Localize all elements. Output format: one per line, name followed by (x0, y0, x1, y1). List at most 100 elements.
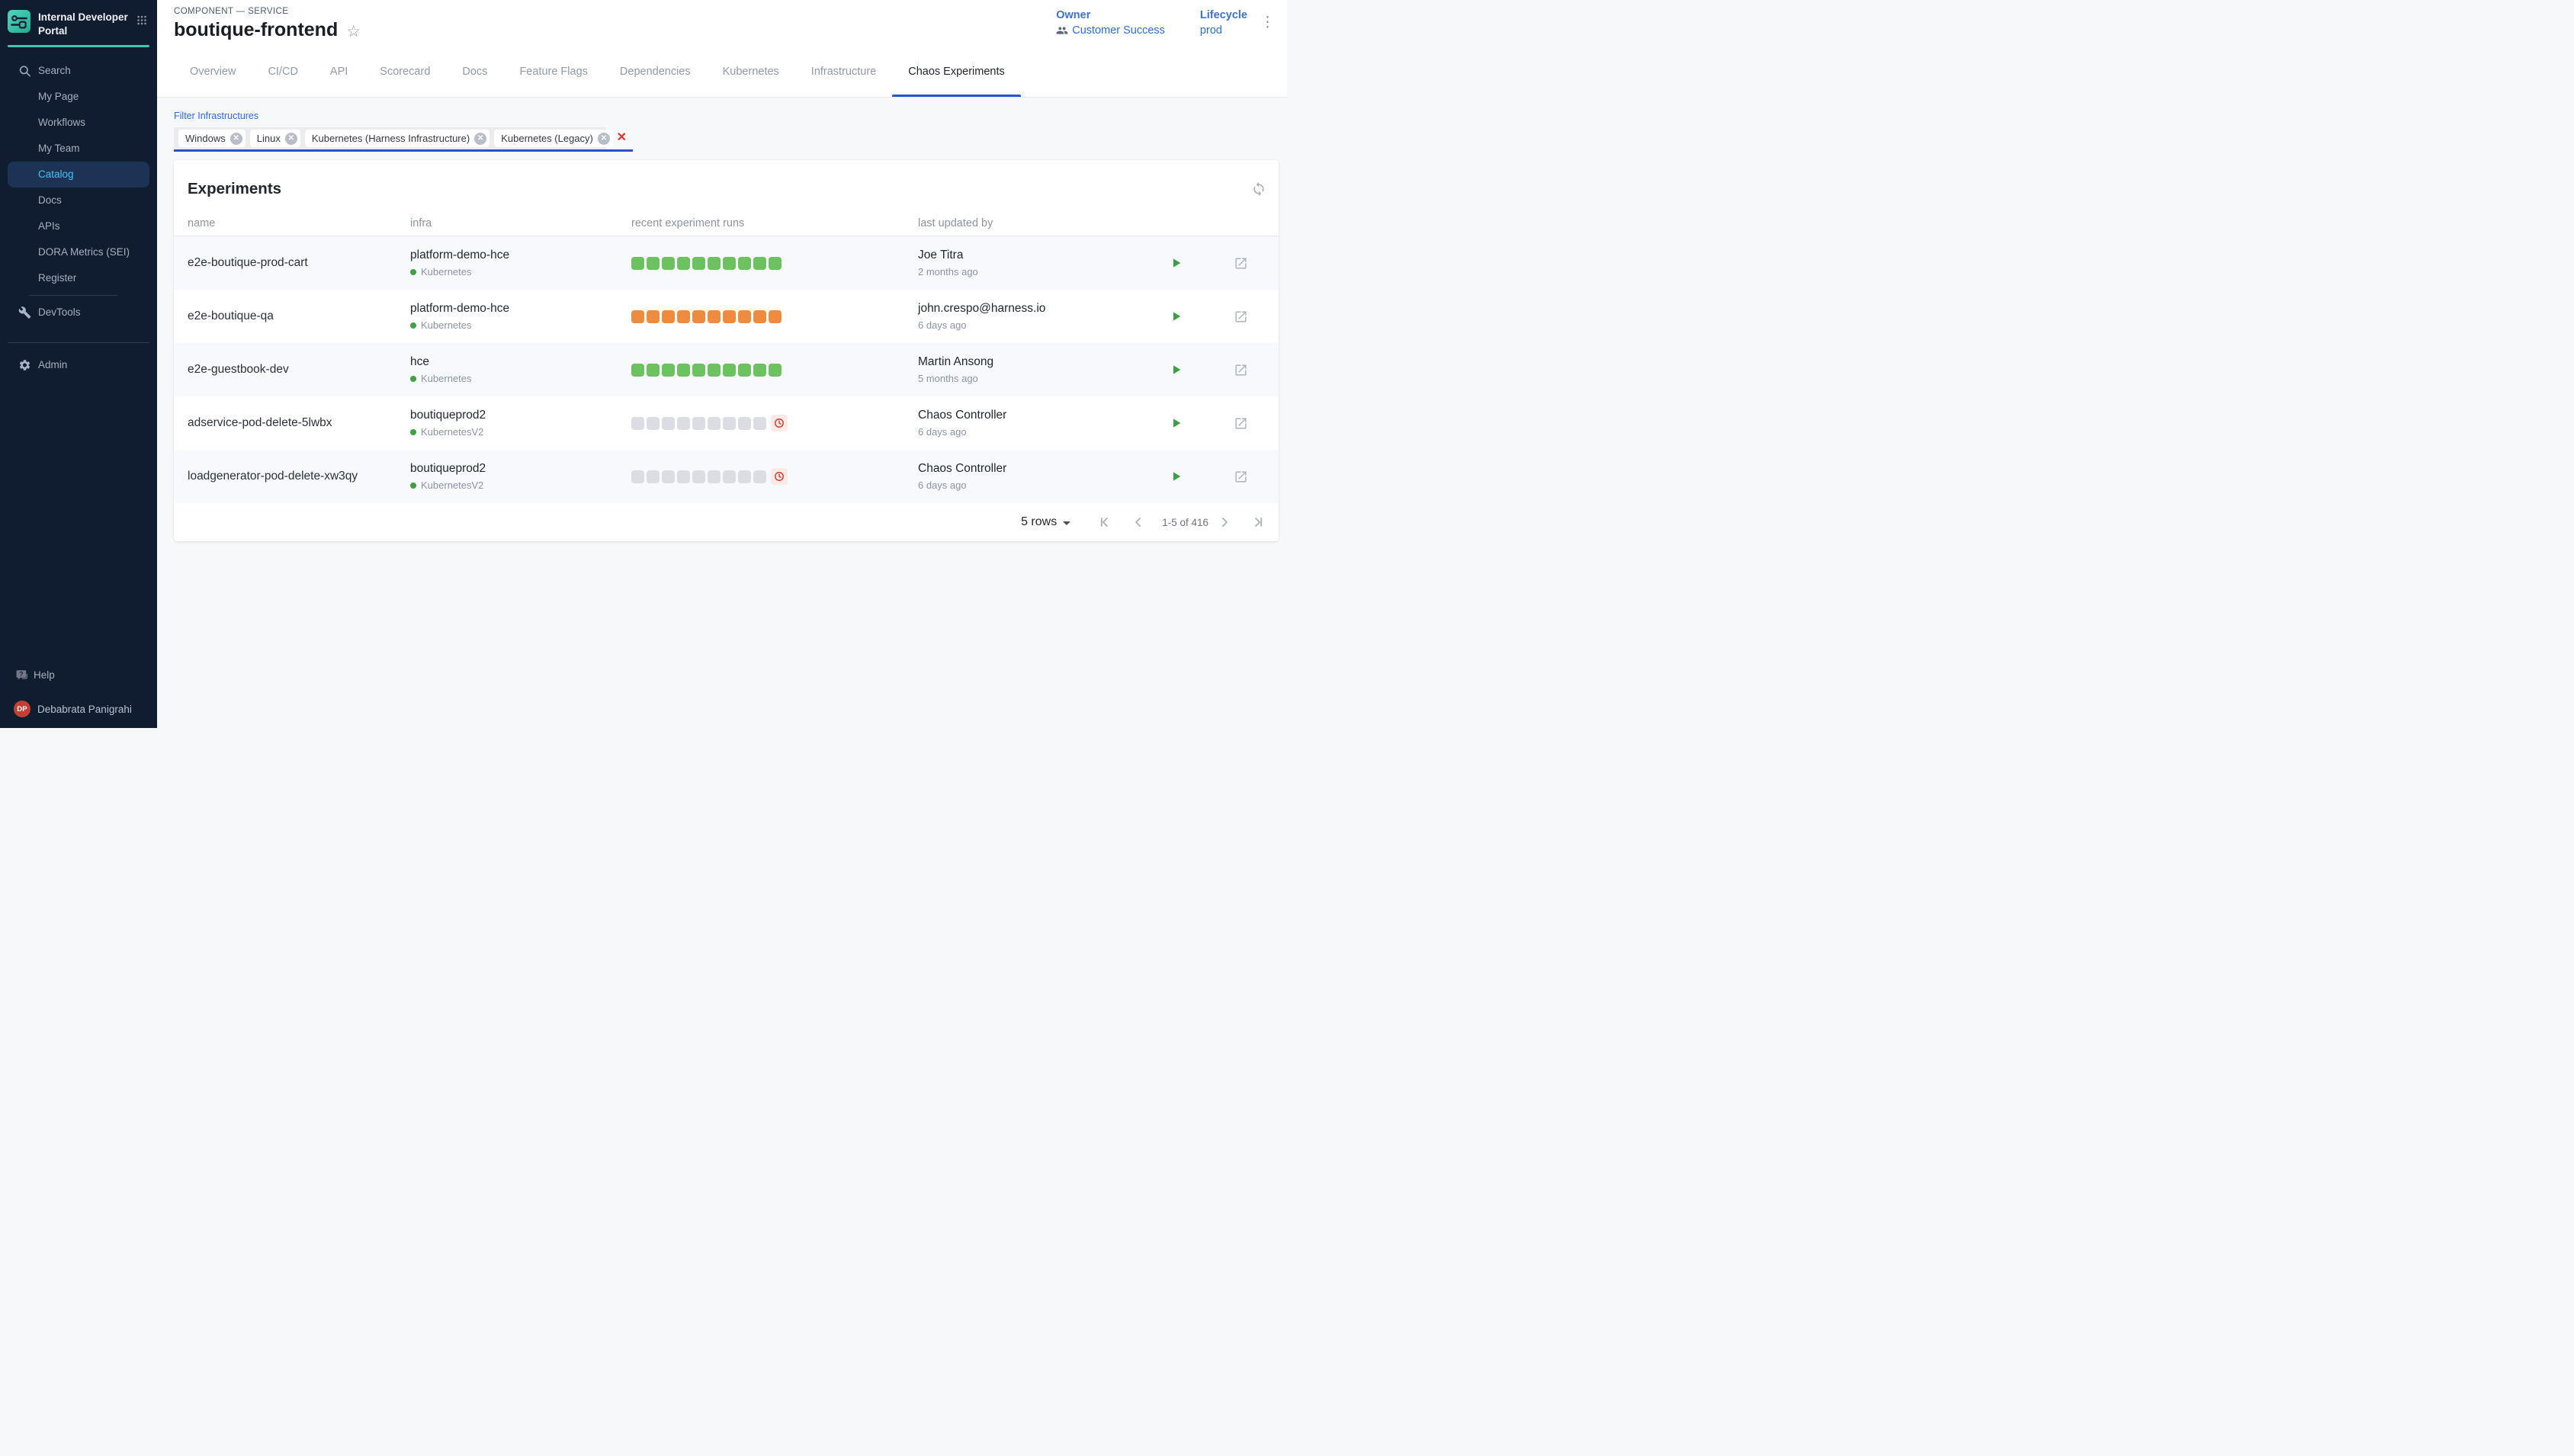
run-status-square (677, 417, 690, 430)
run-experiment-button[interactable] (1167, 307, 1186, 326)
run-experiment-button[interactable] (1167, 414, 1186, 432)
infra-filter-input[interactable]: Windows ✕ Linux ✕ Kubernetes (Harness In… (174, 127, 633, 152)
chip-remove-icon[interactable]: ✕ (285, 133, 297, 145)
infra-type: Kubernetes (421, 319, 472, 331)
clear-filters-icon[interactable]: ✕ (617, 130, 627, 145)
tab-feature-flags[interactable]: Feature Flags (503, 59, 603, 97)
table-row[interactable]: loadgenerator-pod-delete-xw3qy boutiquep… (174, 450, 1279, 503)
infra-type: Kubernetes (421, 266, 472, 277)
env-status-dot (410, 322, 416, 329)
open-in-new-icon[interactable] (1231, 254, 1250, 272)
previous-page-button[interactable] (1130, 514, 1147, 531)
chip-remove-icon[interactable]: ✕ (474, 133, 486, 145)
run-status-square (692, 310, 705, 323)
table-row[interactable]: e2e-boutique-qa platform-demo-hce Kubern… (174, 290, 1279, 343)
open-in-new-icon[interactable] (1231, 467, 1250, 486)
owner-link[interactable]: Customer Success (1072, 24, 1165, 37)
experiment-name: e2e-boutique-qa (188, 309, 410, 323)
sidebar-item-label: Workflows (38, 117, 85, 128)
owner-label: Owner (1056, 9, 1165, 21)
updated-when: 6 days ago (918, 426, 1132, 438)
filter-chip: Windows ✕ (178, 130, 246, 147)
chip-label: Kubernetes (Legacy) (501, 133, 593, 144)
tab-scorecard[interactable]: Scorecard (364, 59, 446, 97)
entity-header: COMPONENT — SERVICE boutique-frontend ☆ … (157, 0, 1287, 98)
sidebar-item-register[interactable]: Register (0, 265, 157, 291)
tab-chaos-experiments[interactable]: Chaos Experiments (892, 59, 1021, 97)
tab-dependencies[interactable]: Dependencies (604, 59, 707, 97)
column-header-infra: infra (410, 217, 631, 229)
favorite-star-icon[interactable]: ☆ (346, 21, 361, 40)
run-status-square (753, 470, 766, 483)
entity-meta: Owner Customer Success Lifecycle prod (1056, 9, 1247, 37)
tab-api[interactable]: API (314, 59, 364, 97)
sidebar-item-my-team[interactable]: My Team (0, 136, 157, 162)
svg-text:?: ? (19, 671, 23, 678)
sidebar-item-workflows[interactable]: Workflows (0, 110, 157, 136)
app-switcher-grid-icon[interactable] (137, 14, 146, 26)
env-status-dot (410, 429, 416, 435)
filter-chip: Linux ✕ (250, 130, 300, 147)
rows-per-page-select[interactable]: 5 rows (1021, 515, 1070, 529)
sidebar-item-apis[interactable]: APIs (0, 213, 157, 239)
tab-infrastructure[interactable]: Infrastructure (795, 59, 892, 97)
sidebar-item-docs[interactable]: Docs (0, 188, 157, 213)
tab-content: Filter Infrastructures Windows ✕ Linux ✕… (157, 98, 1287, 728)
chip-label: Linux (257, 133, 281, 144)
last-page-button[interactable] (1250, 514, 1266, 531)
wrench-icon (18, 306, 31, 319)
sidebar-item-label: My Team (38, 143, 80, 154)
table-row[interactable]: e2e-boutique-prod-cart platform-demo-hce… (174, 236, 1279, 290)
sidebar-item-my-page[interactable]: My Page (0, 84, 157, 110)
run-status-square (631, 364, 644, 377)
experiment-name: e2e-guestbook-dev (188, 363, 410, 377)
kebab-menu-icon[interactable]: ⋮ (1260, 14, 1275, 31)
sidebar-item-catalog[interactable]: Catalog (8, 162, 149, 188)
run-experiment-button[interactable] (1167, 467, 1186, 486)
open-in-new-icon[interactable] (1231, 414, 1250, 432)
run-status-square (677, 470, 690, 483)
run-status-square (647, 470, 660, 483)
brand-accent-rule (8, 45, 149, 47)
updated-by: Chaos Controller (918, 409, 1132, 422)
open-in-new-icon[interactable] (1231, 307, 1250, 326)
lifecycle-label: Lifecycle (1200, 9, 1247, 21)
chip-remove-icon[interactable]: ✕ (230, 133, 242, 145)
updated-when: 6 days ago (918, 319, 1132, 331)
run-status-square (692, 470, 705, 483)
sidebar-item-devtools[interactable]: DevTools (0, 300, 157, 326)
updated-by: Martin Ansong (918, 355, 1132, 369)
tab-cicd[interactable]: CI/CD (252, 59, 313, 97)
run-status-square (723, 470, 736, 483)
run-status-square (662, 470, 675, 483)
main-area: COMPONENT — SERVICE boutique-frontend ☆ … (157, 0, 1287, 728)
user-menu[interactable]: DP Debabrata Panigrahi (0, 694, 157, 719)
next-page-button[interactable] (1216, 514, 1233, 531)
run-status-square (753, 364, 766, 377)
run-status-square (662, 257, 675, 270)
recent-runs-strip (631, 364, 918, 377)
table-row[interactable]: e2e-guestbook-dev hce Kubernetes Martin … (174, 343, 1279, 396)
chip-remove-icon[interactable]: ✕ (598, 133, 610, 145)
brand-header: Internal Developer Portal (0, 0, 157, 38)
tab-kubernetes[interactable]: Kubernetes (707, 59, 795, 97)
filter-chips-box[interactable]: Windows ✕ Linux ✕ Kubernetes (Harness In… (174, 127, 606, 149)
sidebar-item-admin[interactable]: Admin (0, 352, 157, 378)
run-experiment-button[interactable] (1167, 254, 1186, 272)
open-in-new-icon[interactable] (1231, 361, 1250, 379)
help-button[interactable]: ? Help (0, 662, 157, 688)
sidebar-nav: Search My Page Workflows My Team Catalog… (0, 58, 157, 378)
sidebar-item-search[interactable]: Search (0, 58, 157, 84)
run-status-square (723, 257, 736, 270)
run-status-square (753, 257, 766, 270)
sidebar-item-dora-metrics[interactable]: DORA Metrics (SEI) (0, 239, 157, 265)
pagination-range: 1-5 of 416 (1162, 517, 1208, 528)
table-row[interactable]: adservice-pod-delete-5lwbx boutiqueprod2… (174, 396, 1279, 450)
chevron-down-icon (1063, 521, 1070, 525)
run-experiment-button[interactable] (1167, 361, 1186, 379)
pending-clock-icon (771, 415, 788, 431)
tab-overview[interactable]: Overview (174, 59, 252, 97)
refresh-icon[interactable] (1250, 180, 1268, 198)
tab-docs[interactable]: Docs (446, 59, 503, 97)
first-page-button[interactable] (1096, 514, 1113, 531)
